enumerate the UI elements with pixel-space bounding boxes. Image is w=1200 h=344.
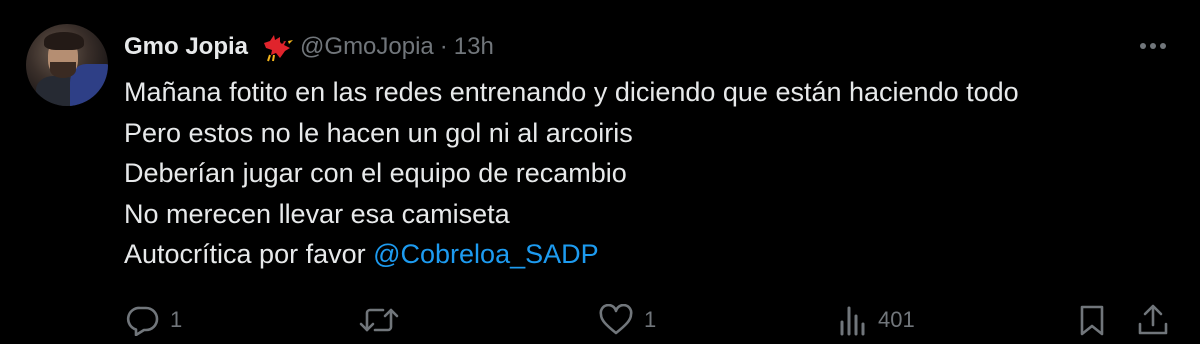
- red-bird-icon: [258, 31, 294, 63]
- action-bar: 1 1 401: [0, 300, 1200, 340]
- share-upload-icon: [1138, 304, 1168, 335]
- like-button[interactable]: 1: [598, 300, 656, 340]
- more-horizontal-icon[interactable]: [1136, 32, 1170, 60]
- bookmark-button[interactable]: [1078, 300, 1106, 340]
- tweet-header: Gmo Jopia @GmoJopia · 13h: [124, 30, 494, 64]
- tweet-line: Deberían jugar con el equipo de recambio: [124, 158, 627, 188]
- tweet-line-text: Autocrítica por favor: [124, 239, 374, 269]
- reply-count: 1: [170, 307, 183, 332]
- views-button[interactable]: 401: [838, 300, 915, 340]
- tweet-line-last: Autocrítica por favor @Cobreloa_SADP: [124, 234, 1019, 275]
- tweet-line: Pero estos no le hacen un gol ni al arco…: [124, 117, 633, 148]
- heart-icon: [599, 304, 633, 335]
- views-chart-icon: [840, 306, 865, 336]
- author-avatar[interactable]: [26, 24, 108, 106]
- tweet-line: Mañana fotito en las redes entrenando y …: [124, 77, 1019, 107]
- bookmark-icon: [1080, 305, 1104, 336]
- retweet-button[interactable]: [358, 300, 410, 340]
- reply-bubble-icon: [126, 306, 159, 336]
- avatar-hair: [44, 32, 84, 50]
- like-count: 1: [644, 307, 657, 332]
- retweet-icon: [359, 308, 399, 332]
- views-count: 401: [878, 307, 915, 332]
- avatar-beard: [50, 62, 76, 78]
- author-handle[interactable]: @GmoJopia: [300, 33, 434, 61]
- author-display-name[interactable]: Gmo Jopia: [124, 33, 248, 61]
- share-button[interactable]: [1136, 300, 1170, 340]
- tweet-line: No merecen llevar esa camiseta: [124, 198, 510, 229]
- mention-link[interactable]: @Cobreloa_SADP: [373, 239, 599, 269]
- tweet-timestamp[interactable]: 13h: [454, 33, 494, 61]
- tweet-card[interactable]: Gmo Jopia @GmoJopia · 13h Mañana fotito …: [0, 0, 1200, 344]
- header-separator: ·: [439, 33, 448, 60]
- tweet-text: Mañana fotito en las redes entrenando y …: [124, 72, 1019, 275]
- reply-button[interactable]: 1: [126, 300, 182, 340]
